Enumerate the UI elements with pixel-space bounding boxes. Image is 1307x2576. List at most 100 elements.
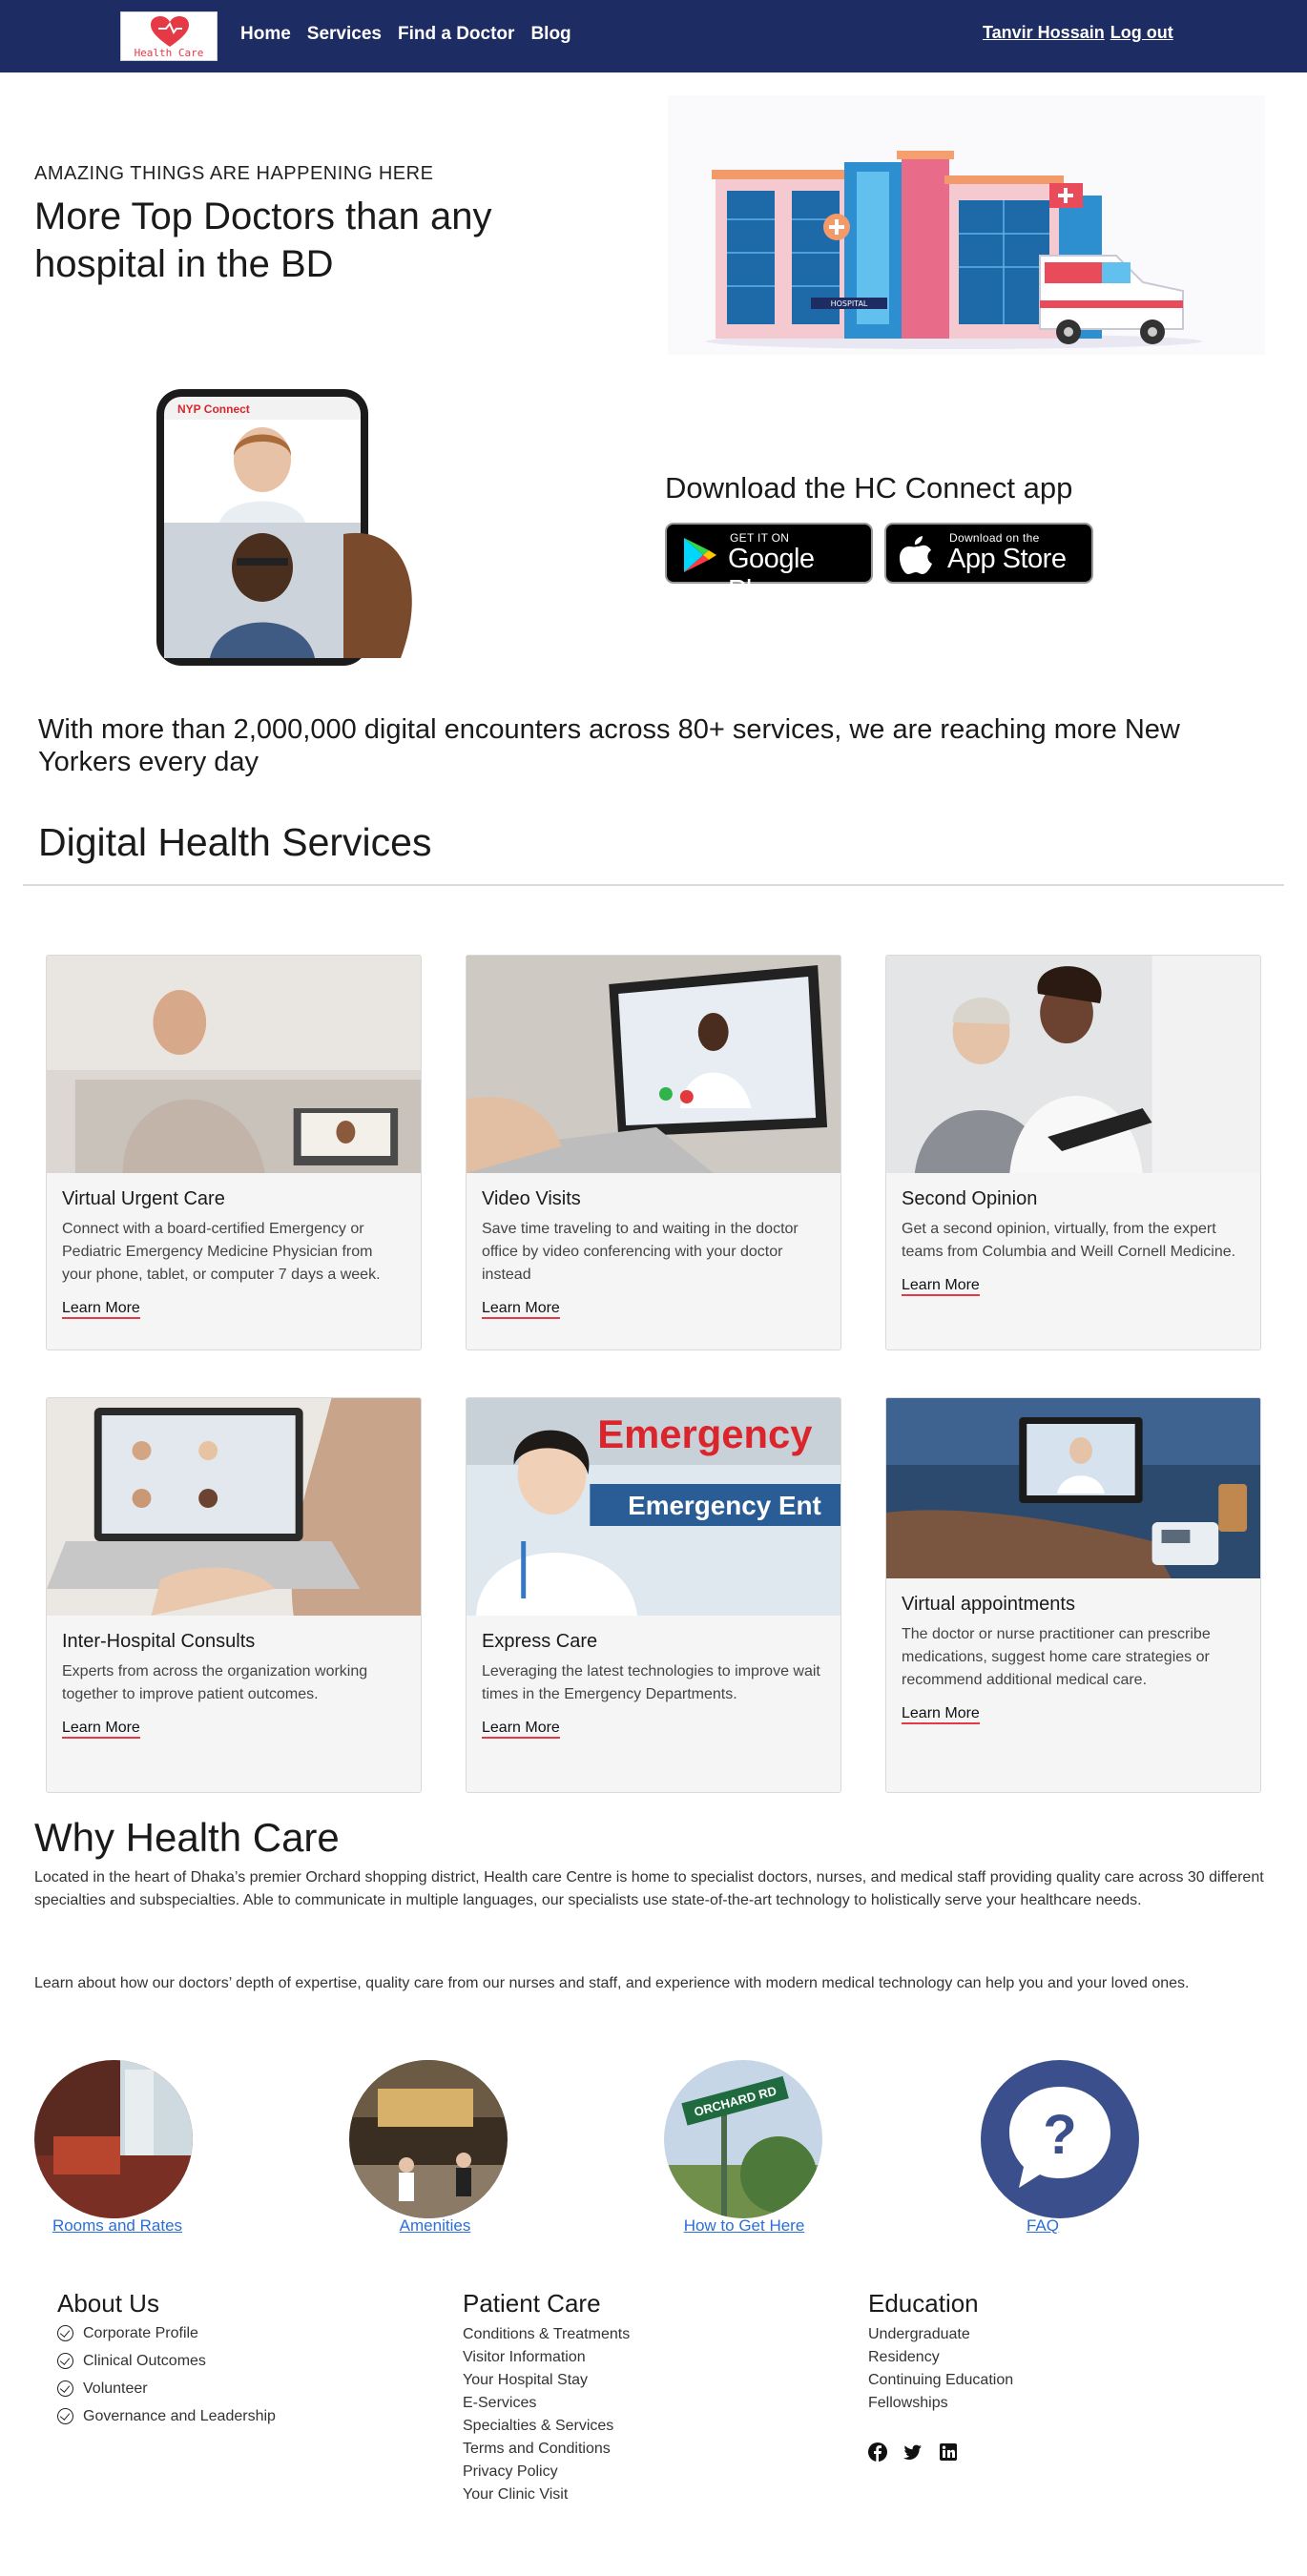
store-buttons: GET IT ON Google Play Download on the Ap… [665, 523, 1093, 606]
logo-text: Health Care [134, 47, 204, 59]
service-card-second-opinion: Second Opinion Get a second opinion, vir… [885, 955, 1261, 1350]
card-text: Connect with a board-certified Emergency… [62, 1221, 381, 1283]
footer-link[interactable]: Your Clinic Visit [463, 2483, 630, 2506]
learn-more-link[interactable]: Learn More [482, 1720, 560, 1739]
footer-about-list: Corporate Profile Clinical Outcomes Volu… [57, 2319, 276, 2430]
footer-link[interactable]: Undergraduate [868, 2323, 1013, 2346]
learn-more-link[interactable]: Learn More [902, 1277, 980, 1296]
site-logo[interactable]: Health Care [120, 11, 218, 61]
card-image-second-opinion [886, 956, 1260, 1173]
footer-education-list: Undergraduate Residency Continuing Educa… [868, 2323, 1013, 2415]
learn-more-link[interactable]: Learn More [482, 1300, 560, 1319]
service-card-virtual-urgent-care: Virtual Urgent Care Connect with a board… [46, 955, 422, 1350]
card-title: Virtual appointments [902, 1594, 1075, 1615]
card-title: Inter-Hospital Consults [62, 1631, 256, 1652]
footer-link[interactable]: Continuing Education [868, 2369, 1013, 2392]
footer-about-title: About Us [57, 2289, 159, 2318]
amenities-image[interactable] [349, 2060, 508, 2218]
footer-link[interactable]: Terms and Conditions [463, 2438, 630, 2461]
rooms-and-rates-image[interactable] [34, 2060, 193, 2218]
footer-patient-care-list: Conditions & Treatments Visitor Informat… [463, 2323, 630, 2506]
why-paragraph-1: Located in the heart of Dhaka’s premier … [34, 1869, 1264, 1908]
linkedin-icon[interactable] [939, 2442, 958, 2462]
footer-link-label: Governance and Leadership [83, 2408, 276, 2424]
app-store-small-text: Download on the [949, 531, 1040, 545]
footer-link[interactable]: Your Hospital Stay [463, 2369, 630, 2392]
footer-link[interactable]: Privacy Policy [463, 2461, 630, 2483]
express-sign-text-2: Emergency Ent [628, 1491, 821, 1520]
footer-education-title: Education [868, 2289, 979, 2318]
footer-link-label: Clinical Outcomes [83, 2353, 206, 2369]
faq-image[interactable]: ? [981, 2060, 1139, 2218]
footer-link[interactable]: Visitor Information [463, 2346, 630, 2369]
footer-patient-care-title: Patient Care [463, 2289, 601, 2318]
card-text: Get a second opinion, virtually, from th… [902, 1221, 1236, 1260]
footer-link[interactable]: Fellowships [868, 2392, 1013, 2415]
card-title: Second Opinion [902, 1188, 1038, 1209]
footer-link[interactable]: Specialties & Services [463, 2415, 630, 2438]
phone-video-call-image: NYP Connect [114, 381, 458, 672]
logout-link[interactable]: Log out [1110, 23, 1173, 43]
question-icon: ? [1043, 2104, 1076, 2166]
rooms-and-rates-link[interactable]: Rooms and Rates [12, 2216, 222, 2236]
footer-link-clinical-outcomes[interactable]: Clinical Outcomes [57, 2347, 276, 2375]
app-store-big-text: App Store [947, 544, 1067, 574]
how-to-get-here-image[interactable]: ORCHARD RD [664, 2060, 822, 2218]
user-menu: Tanvir Hossain Log out [983, 23, 1173, 43]
service-card-inter-hospital-consults: Inter-Hospital Consults Experts from acr… [46, 1397, 422, 1793]
learn-more-link[interactable]: Learn More [62, 1300, 140, 1319]
footer-link-governance[interactable]: Governance and Leadership [57, 2402, 276, 2430]
facebook-icon[interactable] [868, 2442, 887, 2462]
twitter-icon[interactable] [903, 2442, 923, 2462]
card-text: Leveraging the latest technologies to im… [482, 1663, 820, 1702]
card-text: The doctor or nurse practitioner can pre… [902, 1626, 1211, 1688]
nav-link-services[interactable]: Services [307, 24, 382, 45]
check-circle-icon [57, 2325, 73, 2341]
service-card-express-care: Emergency Emergency Ent Express Care Lev… [466, 1397, 841, 1793]
learn-more-link[interactable]: Learn More [902, 1705, 980, 1724]
faq-link[interactable]: FAQ [938, 2216, 1148, 2236]
google-play-button[interactable]: GET IT ON Google Play [665, 523, 873, 606]
amenities-link[interactable]: Amenities [330, 2216, 540, 2236]
footer-link[interactable]: Residency [868, 2346, 1013, 2369]
learn-more-link[interactable]: Learn More [62, 1720, 140, 1739]
heart-logo-icon [151, 16, 189, 47]
card-text: Save time traveling to and waiting in th… [482, 1221, 799, 1283]
why-paragraph-2: Learn about how our doctors’ depth of ex… [34, 1975, 1190, 1991]
social-links [868, 2442, 958, 2462]
google-play-small-text: GET IT ON [730, 531, 790, 545]
service-card-video-visits: Video Visits Save time traveling to and … [466, 955, 841, 1350]
how-to-get-here-link[interactable]: How to Get Here [639, 2216, 849, 2236]
nav-link-find-doctor[interactable]: Find a Doctor [398, 24, 514, 45]
card-image-virtual-urgent-care [47, 956, 421, 1173]
footer-link[interactable]: Conditions & Treatments [463, 2323, 630, 2346]
card-title: Express Care [482, 1631, 598, 1652]
card-image-virtual-appointments [886, 1398, 1260, 1578]
top-navbar: Health Care Home Services Find a Doctor … [0, 0, 1307, 72]
footer-link-corporate-profile[interactable]: Corporate Profile [57, 2319, 276, 2347]
footer-link-label: Volunteer [83, 2380, 148, 2397]
footer-link-label: Corporate Profile [83, 2325, 198, 2341]
card-title: Video Visits [482, 1188, 581, 1209]
phone-app-header: NYP Connect [177, 402, 250, 416]
app-store-button[interactable]: Download on the App Store [884, 523, 1093, 584]
card-text: Experts from across the organization wor… [62, 1663, 368, 1702]
check-circle-icon [57, 2408, 73, 2424]
nav-link-blog[interactable]: Blog [530, 24, 571, 45]
hero-title: More Top Doctors than any hospital in th… [34, 196, 492, 285]
nav-link-home[interactable]: Home [240, 24, 291, 45]
footer-link-volunteer[interactable]: Volunteer [57, 2375, 276, 2402]
card-image-express-care: Emergency Emergency Ent [467, 1398, 840, 1616]
hospital-sign-text: HOSPITAL [831, 299, 868, 308]
footer-link[interactable]: E-Services [463, 2392, 630, 2415]
user-profile-link[interactable]: Tanvir Hossain [983, 23, 1105, 43]
check-circle-icon [57, 2380, 73, 2397]
services-section-title: Digital Health Services [38, 820, 432, 864]
service-card-virtual-appointments: Virtual appointments The doctor or nurse… [885, 1397, 1261, 1793]
app-download-title: Download the HC Connect app [665, 471, 1073, 505]
google-play-icon [684, 538, 716, 572]
card-image-inter-hospital-consults [47, 1398, 421, 1616]
section-divider [23, 884, 1284, 886]
card-image-video-visits [467, 956, 840, 1173]
check-circle-icon [57, 2353, 73, 2369]
